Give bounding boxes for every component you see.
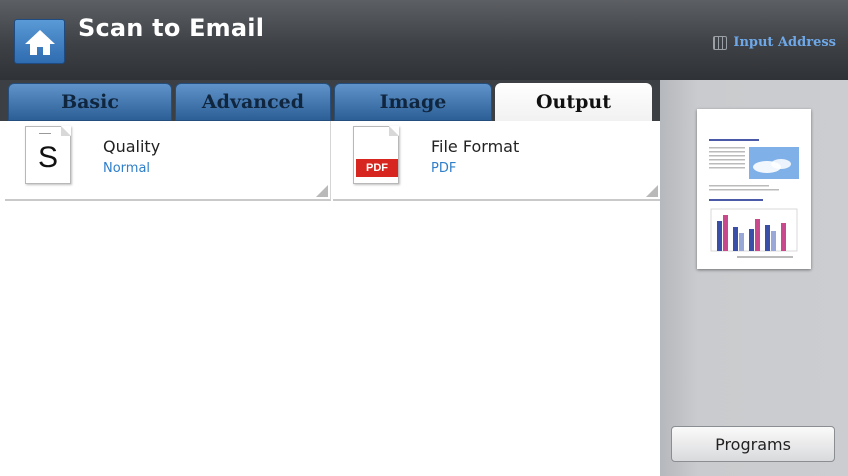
input-address-label: Input Address [733,35,836,50]
file-format-option[interactable]: PDF File Format PDF [333,121,660,201]
quality-option[interactable]: S Quality Normal [5,121,331,201]
file-format-label: File Format [431,137,520,156]
file-format-value: PDF [431,161,457,176]
programs-button[interactable]: Programs [671,426,835,462]
expand-corner-icon [646,185,658,197]
keyboard-icon [713,35,728,50]
preview-image [709,139,799,258]
tab-image[interactable]: Image [334,83,492,121]
quality-label: Quality [103,137,161,156]
quality-icon-letter: S [37,141,58,174]
pdf-file-icon: PDF [353,126,399,184]
page-title: Scan to Email [78,14,265,42]
quality-value: Normal [103,161,151,176]
tab-advanced[interactable]: Advanced [175,83,331,121]
expand-corner-icon [316,185,328,197]
tab-bar: Basic Advanced Image Output [0,80,660,121]
options-panel: S Quality Normal PDF File Format PDF [0,121,660,476]
document-preview-thumbnail[interactable] [697,109,811,269]
tab-basic[interactable]: Basic [8,83,172,121]
home-icon [25,30,55,55]
title-bar: Scan to Email Input Address [0,0,848,80]
home-button[interactable] [14,19,65,64]
tab-output[interactable]: Output [495,83,652,121]
pdf-badge: PDF [356,159,398,177]
input-address-button[interactable]: Input Address [713,35,836,50]
quality-doc-icon: S [25,126,71,184]
